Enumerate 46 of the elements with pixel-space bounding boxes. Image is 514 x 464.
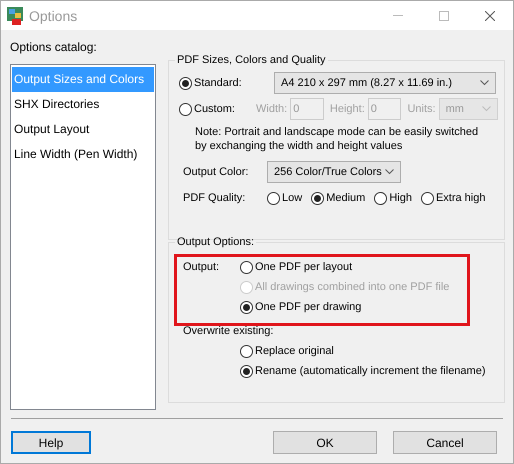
app-icon xyxy=(7,6,23,24)
group-title: PDF Sizes, Colors and Quality xyxy=(176,54,327,66)
dialog-button[interactable]: Help xyxy=(11,431,91,454)
group-title: Output Options: xyxy=(176,236,256,248)
radio-button[interactable] xyxy=(240,300,253,314)
color-dropdown[interactable]: 256 Color/True Colors xyxy=(267,161,401,183)
catalog-label: Options catalog: xyxy=(10,39,98,56)
field-label: PDF Quality: xyxy=(182,192,246,204)
radio-label: Custom: xyxy=(194,103,236,115)
note-text: Note: Portrait and landscape mode can be easily switched xyxy=(195,125,480,139)
field-label: Output: xyxy=(182,260,220,275)
window-title: Options xyxy=(29,8,78,24)
field-label: Width: xyxy=(256,103,288,115)
radio-label: Medium xyxy=(326,192,366,204)
field-label: Height: xyxy=(330,103,365,115)
dialog-button[interactable]: OK xyxy=(273,431,377,454)
radio-button[interactable] xyxy=(420,192,434,204)
paper-size-dropdown[interactable]: A4 210 x 297 mm (8.27 x 11.69 in.) xyxy=(274,72,496,94)
close-icon[interactable] xyxy=(485,10,495,20)
chevron-icon xyxy=(385,169,394,175)
field-label: Overwrite existing: xyxy=(182,324,274,339)
dialog-button[interactable]: Cancel xyxy=(393,431,497,454)
radio-label: High xyxy=(389,192,412,204)
radio-button[interactable] xyxy=(267,192,280,204)
radio-label: All drawings combined into one PDF file xyxy=(255,281,450,293)
chevron-icon xyxy=(482,106,491,112)
radio-button[interactable] xyxy=(240,364,253,378)
radio-button[interactable] xyxy=(240,260,253,274)
radio-button[interactable] xyxy=(240,344,253,358)
field-label: Output Color: xyxy=(182,166,250,178)
radio-label: Low xyxy=(282,192,302,204)
note-text: by exchanging the width and height values xyxy=(195,139,404,153)
catalog-item[interactable]: SHX Directories xyxy=(12,92,154,117)
catalog-item[interactable]: Output Layout xyxy=(12,116,154,142)
radio-label: One PDF per layout xyxy=(255,261,352,273)
radio-button[interactable] xyxy=(374,192,388,204)
radio-label: Replace original xyxy=(255,345,334,357)
field-label: Units: xyxy=(407,103,436,115)
radio-button[interactable] xyxy=(311,192,324,204)
radio-label: Extra high xyxy=(436,192,486,204)
radio-label: Standard: xyxy=(194,77,243,89)
radio-label: One PDF per drawing xyxy=(255,301,362,313)
radio-button[interactable] xyxy=(179,76,192,90)
catalog-item[interactable]: Line Width (Pen Width) xyxy=(12,142,154,167)
chevron-icon xyxy=(480,80,489,86)
radio-label: Rename (automatically increment the filename) xyxy=(255,365,486,377)
